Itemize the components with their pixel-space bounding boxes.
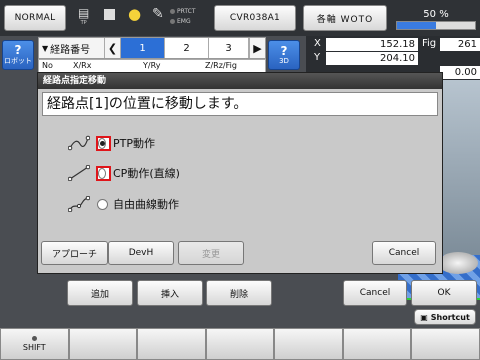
shortcut-label: Shortcut [430,312,470,322]
mode-button[interactable]: NORMAL [4,5,66,31]
column-z: Z/Rz/Fig [205,61,237,70]
spline-curve-icon [68,196,90,212]
cp-label: CP動作(直線) [113,167,180,180]
column-no: No [42,61,53,70]
light-bulb-icon: ● [128,5,142,23]
spline-radio[interactable] [96,198,108,210]
waypoint-columns: No X/Rx Y/Ry Z/Rz/Fig [38,59,266,73]
play-right-icon: ▶ [253,41,262,55]
fkey-4[interactable] [274,328,343,360]
emg-led-icon [170,19,175,24]
emg-indicator: EMG [170,18,191,25]
pen-icon: ✎ [152,6,164,22]
speed-bar[interactable] [396,21,476,30]
prtct-led-icon [170,9,175,14]
waypoint-number-label: 経路番号 [50,44,91,56]
option-ptp[interactable]: PTP動作 [68,133,155,153]
shift-led-icon [31,336,37,341]
fkey-6[interactable] [411,328,480,360]
fig-value: 261 [440,38,480,51]
stop-icon [104,9,115,20]
option-cp[interactable]: CP動作(直線) [68,163,180,183]
waypoint-number-dropdown[interactable]: ▼ 経路番号 [39,38,105,58]
robot-label: ロボット [4,57,32,65]
prtct-indicator: PRTCT [170,8,196,15]
dialog-message: 経路点[1]の位置に移動します。 [42,92,438,116]
shortcut-button[interactable]: ▣ Shortcut [414,309,476,325]
ptp-radio-frame [96,135,111,151]
tab-2[interactable]: 2 [165,38,209,58]
approach-button[interactable]: アプローチ [41,241,108,265]
cp-line-icon [68,165,90,181]
column-y: Y/Ry [143,61,161,70]
change-button[interactable]: 変更 [178,241,244,265]
fkey-1[interactable] [68,328,138,360]
spline-radio-frame [96,197,111,212]
tool-select-button[interactable]: CVR038A1 [214,5,296,31]
dialog-title: 経路点指定移動 [38,73,442,89]
add-button[interactable]: 追加 [67,280,133,306]
devh-button[interactable]: DevH [108,241,174,265]
option-spline[interactable]: 自由曲線動作 [68,194,179,214]
ptp-radio[interactable] [98,137,106,149]
axis-mode-button[interactable]: 各軸 WOTO [303,5,387,31]
robot-button[interactable]: ? ロボット [2,40,34,70]
x-value: 152.18 [326,38,418,51]
ok-button[interactable]: OK [411,280,477,306]
view-3d-button[interactable]: ? 3D [268,40,300,70]
help-icon: ? [280,44,288,58]
speed-bar-fill [397,22,436,29]
column-x: X/Rx [73,61,92,70]
x-label: X [314,38,321,49]
ptp-label: PTP動作 [113,137,155,150]
insert-button[interactable]: 挿入 [137,280,203,306]
tp-label: TP [80,20,87,26]
cancel-button[interactable]: Cancel [343,280,407,306]
prev-page-button[interactable]: ❮ [105,38,121,58]
prtct-label: PRTCT [177,8,196,15]
extra-value: 0.00 [440,66,480,79]
shift-label: SHIFT [22,343,46,352]
y-value: 204.10 [326,52,418,65]
waypoint-header: ▼ 経路番号 ❮ 1 2 3 ▶ [38,37,266,59]
delete-button[interactable]: 削除 [206,280,272,306]
fkey-5[interactable] [342,328,412,360]
tab-1[interactable]: 1 [121,38,165,58]
help-icon: ? [14,43,22,57]
cp-radio[interactable] [98,167,106,179]
y-label: Y [314,52,321,63]
spline-label: 自由曲線動作 [113,198,179,211]
emg-label: EMG [177,18,191,25]
fkey-3[interactable] [205,328,275,360]
view-3d-label: 3D [279,57,289,65]
dialog-cancel-button[interactable]: Cancel [372,241,436,265]
tab-3[interactable]: 3 [209,38,249,58]
robot-model [438,252,478,274]
cp-radio-frame [96,165,111,181]
top-status-bar: NORMAL ▤ TP ● ✎ PRTCT EMG CVR038A1 各軸 WOT… [0,0,480,36]
shortcut-icon: ▣ [420,312,428,322]
waypoint-move-dialog: 経路点指定移動 経路点[1]の位置に移動します。 PTP動作 CP動作(直線) [37,72,443,274]
ptp-path-icon [68,135,90,151]
teach-pendant-icon: ▤ TP [78,6,90,26]
shift-key[interactable]: SHIFT [0,328,69,360]
dropdown-arrow-icon: ▼ [42,43,49,53]
speed-percent: 50 % [423,9,449,20]
fig-label: Fig [422,38,437,49]
next-page-button[interactable]: ▶ [249,38,265,58]
fkey-2[interactable] [137,328,206,360]
chevron-left-icon: ❮ [107,41,118,55]
function-key-bar: SHIFT [0,328,480,360]
